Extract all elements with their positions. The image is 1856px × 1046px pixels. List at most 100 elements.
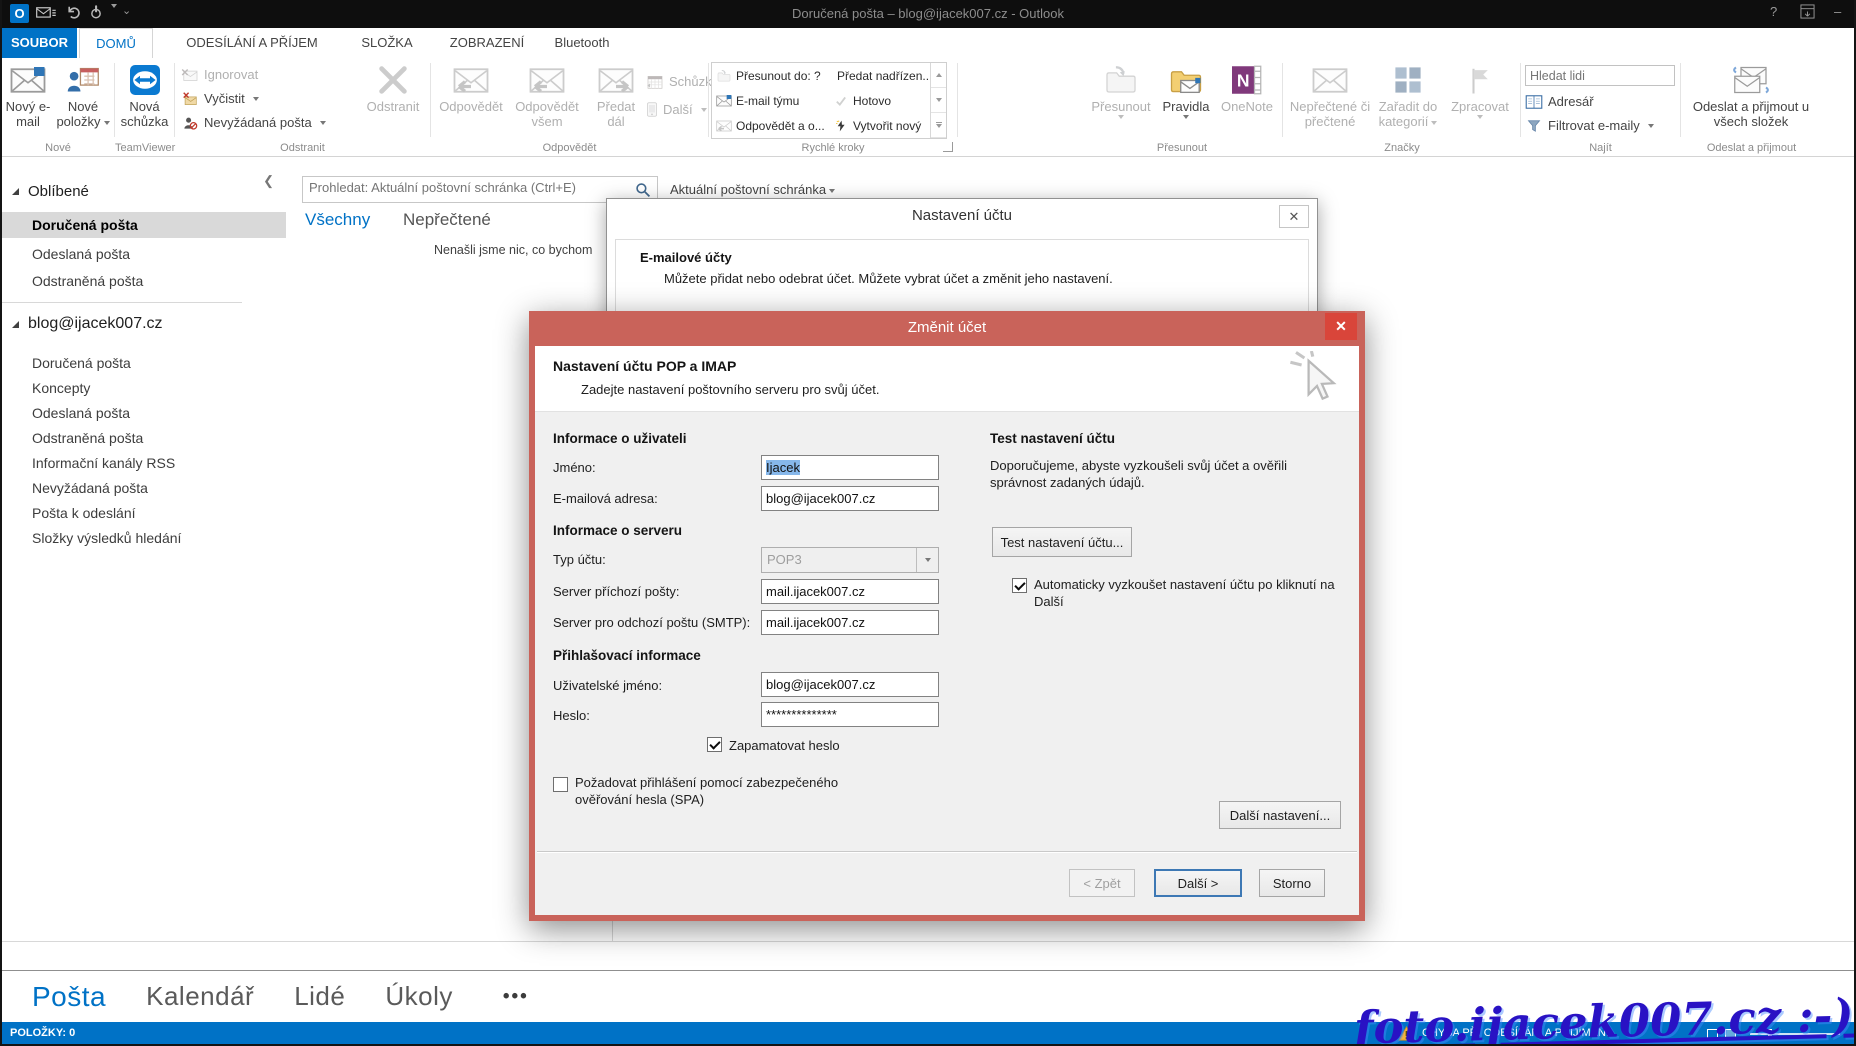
more-settings-button[interactable]: Další nastavení... — [1219, 801, 1341, 829]
send-receive-all-button[interactable]: Odeslat a přijmout u všech složek — [1683, 61, 1819, 139]
new-items-button[interactable]: Nové položky — [54, 61, 112, 139]
nav-more-icon[interactable]: ••• — [503, 986, 529, 1008]
forward-button[interactable]: Předat dál — [588, 61, 644, 139]
tab-soubor[interactable]: SOUBOR — [2, 28, 77, 58]
delete-button[interactable]: Odstranit — [361, 61, 425, 139]
group-label-odeslat: Odeslat a přijmout — [1681, 142, 1822, 154]
tab-unread-messages[interactable]: Nepřečtené — [403, 210, 491, 230]
cleanup-button[interactable]: Vyčistit — [181, 87, 259, 110]
reply-label: Odpovědět — [439, 99, 503, 114]
account-header-label: blog@ijacek007.cz — [28, 315, 163, 333]
address-book-button[interactable]: Adresář — [1525, 90, 1594, 113]
quick-step-done[interactable]: Hotovo — [831, 88, 931, 113]
collapse-pane-icon[interactable]: ❮ — [263, 173, 274, 189]
username-field[interactable] — [761, 672, 939, 697]
sidebar-item-koncepty[interactable]: Koncepty — [2, 375, 286, 401]
new-meeting-button[interactable]: Nová schůzka — [118, 61, 171, 139]
cancel-button[interactable]: Storno — [1259, 869, 1325, 897]
sidebar-item-rss[interactable]: Informační kanály RSS — [2, 450, 286, 476]
favorites-header[interactable]: Oblíbené — [12, 183, 89, 200]
remember-password-checkbox[interactable] — [707, 737, 722, 752]
categorize-button[interactable]: Zařadit do kategorií — [1372, 61, 1444, 139]
folder-pane: ❮ Oblíbené Doručená pošta Odeslaná pošta… — [2, 157, 286, 968]
sidebar-item-odeslana-posta[interactable]: Odeslaná pošta — [2, 241, 286, 267]
new-email-button[interactable]: Nový e-mail — [4, 61, 52, 139]
quick-step-label: Odpovědět a o... — [736, 119, 825, 133]
qat-customize-icon[interactable]: ⌄ — [122, 4, 131, 17]
sidebar-item-dorucena-posta[interactable]: Doručená pošta — [2, 212, 286, 238]
reply-all-button[interactable]: Odpovědět všem — [508, 61, 586, 139]
quick-step-reply-delete[interactable]: Odpovědět a o... — [714, 113, 830, 138]
unread-read-button[interactable]: Nepřečtené či přečtené — [1288, 61, 1372, 139]
auto-test-label: Automaticky vyzkoušet nastavení účtu po … — [1034, 576, 1354, 610]
chevron-down-icon — [829, 189, 835, 193]
sidebar-item-nevyzadana[interactable]: Nevyžádaná pošta — [2, 475, 286, 501]
name-field[interactable]: Ijacek — [761, 455, 939, 480]
close-icon[interactable]: ✕ — [1279, 205, 1309, 228]
expand-triangle-icon[interactable] — [12, 321, 19, 328]
tab-zobrazeni[interactable]: ZOBRAZENÍ — [437, 28, 537, 58]
tab-odesilani-a-prijem[interactable]: ODESÍLÁNÍ A PŘÍJEM — [167, 28, 337, 58]
search-icon[interactable] — [635, 182, 651, 198]
incoming-server-field[interactable] — [761, 579, 939, 604]
filter-email-button[interactable]: Filtrovat e-maily — [1525, 114, 1654, 137]
sidebar-item-odstranena-posta[interactable]: Odstraněná pošta — [2, 268, 286, 294]
sidebar-item-vysledky-hledani[interactable]: Složky výsledků hledání — [2, 525, 286, 551]
find-people-input[interactable] — [1525, 65, 1675, 86]
flag-icon — [1467, 66, 1493, 95]
back-button[interactable]: < Zpět — [1069, 869, 1135, 897]
nav-calendar[interactable]: Kalendář — [146, 981, 254, 1012]
spa-checkbox[interactable] — [553, 777, 568, 792]
search-box[interactable] — [302, 176, 658, 203]
search-input[interactable] — [309, 180, 619, 195]
account-header[interactable]: blog@ijacek007.cz — [12, 315, 163, 333]
send-receive-icon[interactable] — [35, 4, 57, 20]
dialog-launcher-icon[interactable] — [943, 142, 953, 152]
undo-icon[interactable] — [66, 4, 82, 20]
follow-up-label: Zpracovat — [1451, 99, 1509, 114]
expand-triangle-icon[interactable] — [12, 188, 19, 195]
help-icon[interactable]: ? — [1770, 4, 1777, 19]
test-settings-button[interactable]: Test nastavení účtu... — [992, 527, 1132, 557]
scroll-down-icon[interactable] — [931, 88, 946, 113]
tab-all-messages[interactable]: Všechny — [305, 210, 370, 230]
move-button[interactable]: Přesunout — [1088, 61, 1154, 139]
sidebar-item-account-odeslana[interactable]: Odeslaná pošta — [2, 400, 286, 426]
follow-up-button[interactable]: Zpracovat — [1444, 61, 1516, 139]
tab-slozka[interactable]: SLOŽKA — [342, 28, 432, 58]
more-respond-button[interactable]: Další — [646, 98, 707, 121]
password-field[interactable] — [761, 702, 939, 727]
sidebar-item-account-odstranena[interactable]: Odstraněná pošta — [2, 425, 286, 451]
quick-step-create-new[interactable]: Vytvořit nový — [831, 113, 931, 138]
ignore-button[interactable]: Ignorovat — [181, 63, 258, 86]
tab-bluetooth[interactable]: Bluetooth — [542, 28, 622, 58]
rules-button[interactable]: Pravidla — [1157, 61, 1215, 139]
sidebar-item-account-dorucena[interactable]: Doručená pošta — [2, 350, 286, 376]
outgoing-server-field[interactable] — [761, 610, 939, 635]
quick-step-team-email[interactable]: E-mail týmu — [714, 88, 830, 113]
chevron-down-icon — [1648, 124, 1654, 128]
ribbon-display-options-icon[interactable] — [1800, 4, 1815, 19]
next-button[interactable]: Další > — [1154, 869, 1242, 897]
tab-domu[interactable]: DOMŮ — [79, 28, 153, 58]
nav-mail[interactable]: Pošta — [32, 981, 106, 1013]
nav-tasks[interactable]: Úkoly — [385, 981, 453, 1012]
close-icon[interactable]: ✕ — [1325, 313, 1357, 340]
nav-people[interactable]: Lidé — [294, 981, 345, 1012]
account-type-label: Typ účtu: — [553, 552, 606, 567]
minimize-icon[interactable]: – — [1834, 4, 1841, 19]
chevron-down-icon[interactable] — [111, 4, 117, 8]
quick-step-move-to[interactable]: Přesunout do: ? — [714, 63, 830, 88]
sidebar-item-k-odeslani[interactable]: Pošta k odeslání — [2, 500, 286, 526]
touch-mode-icon[interactable] — [88, 4, 104, 20]
quick-step-to-manager[interactable]: Předat nadřízen... — [831, 63, 931, 88]
onenote-button[interactable]: OneNote — [1216, 61, 1278, 139]
quick-steps-more-icon[interactable] — [931, 113, 946, 138]
quick-steps-scrollbar[interactable] — [930, 63, 946, 138]
group-separator — [1282, 63, 1283, 137]
auto-test-checkbox[interactable] — [1012, 578, 1027, 593]
junk-button[interactable]: Nevyžádaná pošta — [181, 111, 326, 134]
reply-button[interactable]: Odpovědět — [436, 61, 506, 139]
scroll-up-icon[interactable] — [931, 63, 946, 88]
email-field[interactable] — [761, 486, 939, 511]
